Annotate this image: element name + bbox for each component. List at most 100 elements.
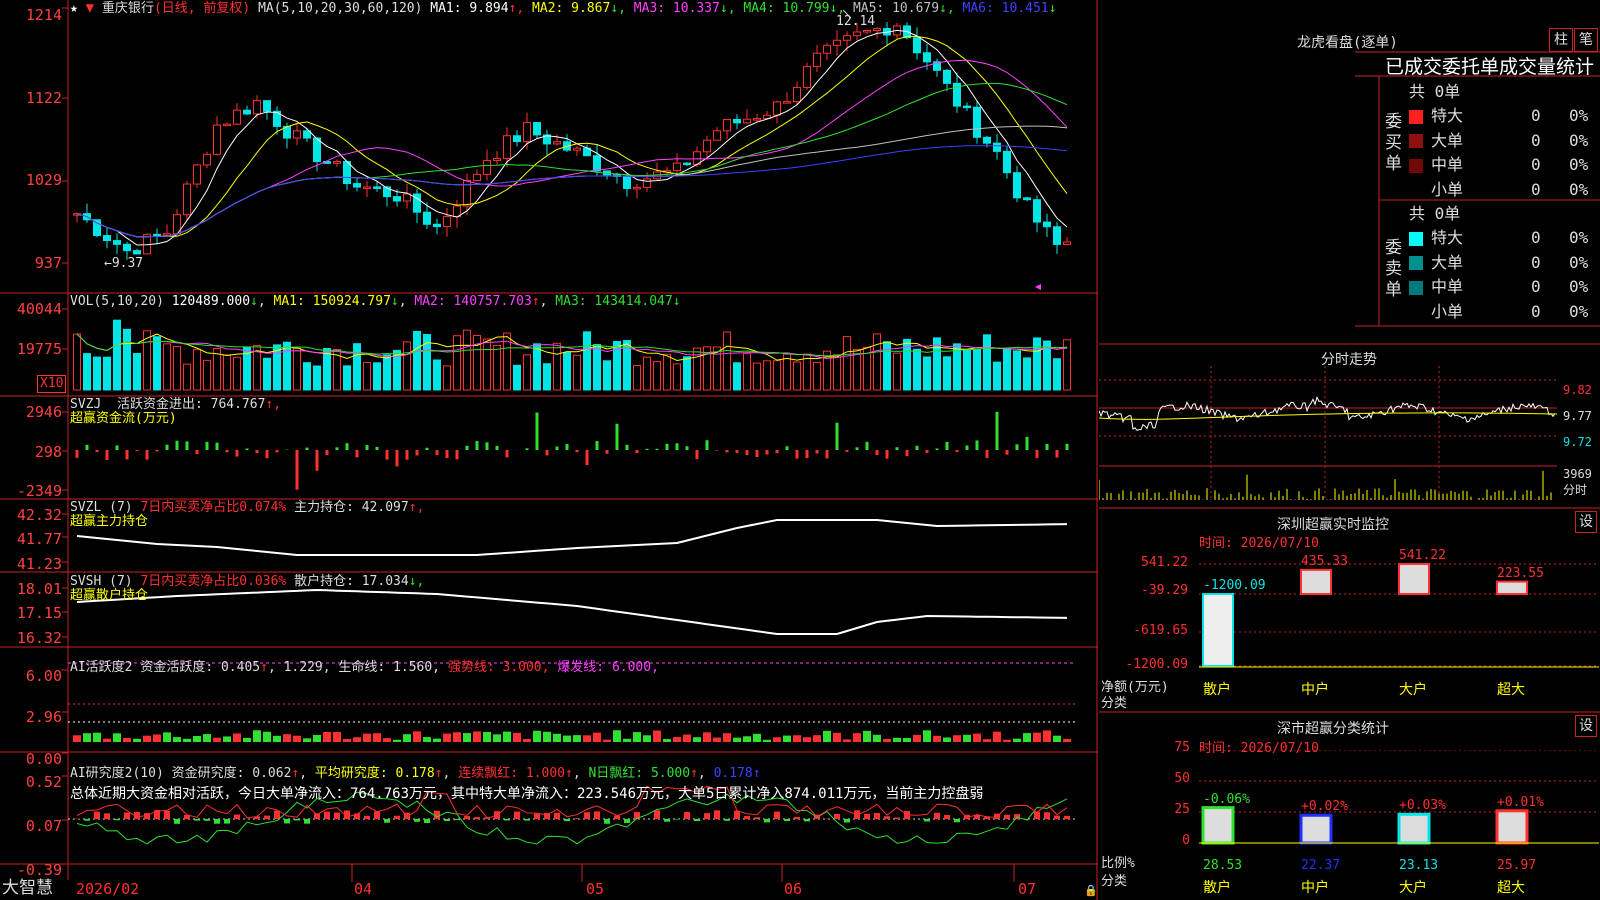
candlestick-chart[interactable]: [68, 0, 1076, 290]
bar-value: 435.33: [1301, 553, 1348, 569]
intraday-chart[interactable]: [1099, 366, 1557, 506]
research-bar: [524, 819, 530, 821]
volume-bar: [173, 346, 181, 391]
activity-bar: [713, 737, 721, 742]
activity-bar: [793, 735, 801, 742]
research-bar: [234, 814, 240, 819]
candle-body: [203, 153, 211, 166]
volume-bar: [713, 346, 721, 391]
class-bar-chart[interactable]: [1199, 750, 1599, 900]
svzj-title: SVZJ: [70, 397, 102, 412]
ai2-title: AI研究度2(10): [70, 766, 164, 781]
star-icon[interactable]: ★: [70, 1, 78, 16]
candle-body: [523, 122, 531, 143]
volume-bar: [463, 329, 471, 391]
ai-research-chart[interactable]: [68, 765, 1076, 885]
activity-bar: [783, 735, 791, 742]
research-bar: [194, 819, 200, 821]
down-arrow-icon[interactable]: ▼: [86, 0, 94, 16]
research-bar: [744, 816, 750, 819]
kline-area[interactable]: ★ ▼ 重庆银行(日线, 前复权) MA(5,10,20,30,60,120) …: [0, 0, 1098, 900]
monitor-settings-button[interactable]: 设: [1575, 511, 1597, 533]
volume-bar: [93, 356, 101, 391]
research-bar: [534, 813, 540, 819]
candle-body: [823, 44, 831, 54]
activity-bar: [283, 734, 291, 742]
candle-body: [1063, 241, 1071, 245]
monitor-bar: [1202, 593, 1234, 667]
volume-bar: [193, 348, 201, 391]
bar-value: 28.53: [1203, 858, 1243, 873]
volume-bar: [233, 356, 241, 391]
bar-view-button[interactable]: 柱: [1549, 28, 1573, 52]
volume-bar: [323, 347, 331, 391]
lock-icon[interactable]: 🔒: [1084, 883, 1098, 899]
y-tick: 0: [1182, 833, 1190, 848]
monitor-bar: [1398, 563, 1430, 595]
volume-bar: [523, 354, 531, 391]
volume-bar: [1013, 350, 1021, 391]
swatch-icon: [1409, 305, 1423, 319]
candle-body: [983, 136, 991, 144]
ai-activity-chart[interactable]: [68, 662, 1076, 762]
buy-label: 委买单: [1385, 112, 1402, 174]
candle-body: [353, 183, 361, 188]
order-type: 大单: [1431, 252, 1464, 272]
ai2-comment: 总体近期大资金相对活跃，今日大单净流入：764.763万元，其中特大单净流入：2…: [70, 786, 984, 802]
holding-line: [76, 519, 1068, 556]
fst-y2: 9.77: [1563, 409, 1592, 423]
research-bar: [664, 819, 670, 822]
research-bar: [414, 819, 420, 822]
activity-bar: [973, 733, 981, 742]
fst-y3: 9.72: [1563, 435, 1592, 449]
lhb-head: 已成交委托单成交量统计: [1385, 56, 1595, 78]
volume-bar: [773, 360, 781, 391]
ma-value: MA3: 10.337: [625, 1, 720, 16]
order-pct: 0%: [1569, 228, 1589, 247]
monitor-bar: [1496, 580, 1528, 595]
bar-category: 散户: [1203, 682, 1231, 698]
volume-bar: [893, 352, 901, 391]
candle-body: [133, 250, 141, 255]
research-bar: [1064, 815, 1070, 819]
order-count: 0: [1531, 155, 1541, 174]
candle-body: [783, 101, 791, 104]
candle-body: [843, 35, 851, 41]
volume-bar: [993, 361, 1001, 391]
activity-bar: [633, 732, 641, 742]
bar-value: 25.97: [1497, 858, 1537, 873]
candle-body: [293, 130, 301, 139]
research-bar: [954, 819, 960, 823]
monitor-title: 深圳超赢实时监控: [1277, 517, 1389, 533]
volume-bar: [813, 361, 821, 391]
class-settings-button[interactable]: 设: [1575, 715, 1597, 737]
research-bar: [784, 819, 790, 822]
activity-bar: [133, 738, 141, 742]
swatch-icon: [1409, 109, 1423, 124]
app-logo: 大智慧: [2, 878, 53, 898]
order-count: 0: [1531, 179, 1541, 199]
vol-unit: X10: [37, 375, 67, 393]
candle-body: [943, 69, 951, 84]
activity-bar: [963, 734, 971, 742]
activity-bar: [563, 735, 571, 742]
bar-category: 大户: [1399, 880, 1427, 896]
volume-chart[interactable]: [68, 295, 1076, 395]
research-bar: [794, 816, 800, 819]
research-bar: [944, 814, 950, 819]
activity-bar: [113, 733, 121, 742]
tick-view-button[interactable]: 笔: [1574, 28, 1598, 52]
volume-bar: [223, 354, 231, 391]
activity-bar: [1013, 738, 1021, 742]
class-title: 深市超赢分类统计: [1277, 721, 1389, 737]
ai1-life: 生命线: 1.560,: [338, 660, 441, 675]
candle-body: [193, 164, 201, 185]
candle-body: [813, 52, 821, 68]
activity-bar: [833, 732, 841, 742]
sell-total: 共 0单: [1409, 204, 1461, 223]
activity-bar: [353, 737, 361, 742]
main-header: ★ ▼ 重庆银行(日线, 前复权) MA(5,10,20,30,60,120) …: [70, 0, 1056, 17]
svzj-chart[interactable]: [68, 398, 1076, 498]
research-bar: [424, 819, 430, 824]
activity-bar: [253, 730, 261, 742]
